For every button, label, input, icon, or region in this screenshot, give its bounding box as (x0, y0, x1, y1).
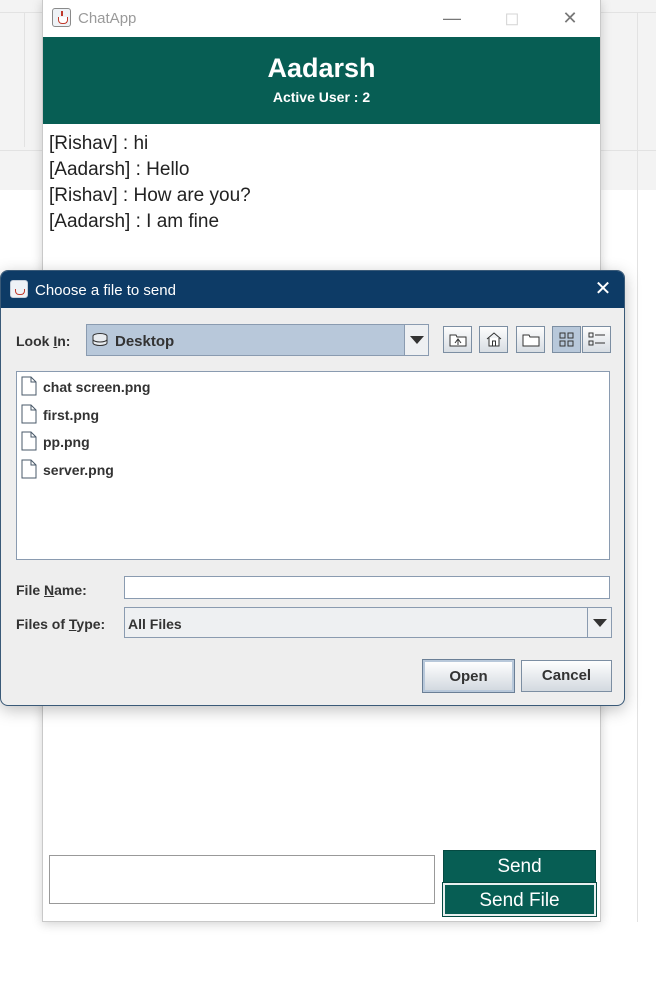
file-list[interactable]: chat screen.png first.png pp.png server.… (16, 371, 610, 560)
folder-up-icon (449, 334, 467, 347)
close-icon[interactable]: ✕ (547, 4, 593, 32)
close-icon[interactable]: ✕ (589, 277, 617, 301)
dialog-titlebar[interactable]: Choose a file to send ✕ (1, 271, 624, 308)
file-icon (21, 431, 37, 451)
background-divider (637, 12, 638, 922)
file-name-input[interactable] (124, 576, 610, 599)
file-name-label: File Name: (16, 582, 87, 598)
active-user-count: Active User : 2 (272, 89, 371, 105)
files-of-type-label: Files of Type: (16, 616, 106, 632)
chat-titlebar[interactable]: ChatApp — ◻ ✕ (43, 0, 600, 37)
up-one-level-button[interactable] (443, 326, 472, 353)
message-list: [Rishav] : hi [Aadarsh] : Hello [Rishav]… (49, 131, 251, 235)
file-icon (21, 459, 37, 479)
details-view-button[interactable] (582, 326, 611, 353)
files-of-type-value: All Files (128, 616, 182, 632)
send-button[interactable]: Send (443, 850, 596, 883)
chevron-down-icon[interactable] (587, 608, 611, 637)
minimize-icon[interactable]: — (429, 4, 475, 32)
files-of-type-combo[interactable]: All Files (124, 607, 612, 638)
new-folder-button[interactable] (516, 326, 545, 353)
drive-icon (92, 333, 108, 346)
cancel-button[interactable]: Cancel (521, 660, 612, 692)
look-in-combo[interactable]: Desktop (86, 324, 429, 356)
file-chooser-dialog: Choose a file to send ✕ Look In: Desktop (0, 270, 625, 706)
java-app-icon (10, 280, 28, 298)
file-icon (21, 376, 37, 396)
look-in-label: Look In: (16, 333, 71, 349)
message: [Rishav] : hi (49, 133, 149, 154)
home-icon (486, 332, 502, 347)
chat-user-name: Aadarsh (267, 53, 376, 83)
new-folder-icon (522, 334, 540, 347)
look-in-value: Desktop (115, 333, 175, 350)
send-file-button[interactable]: Send File (442, 882, 597, 917)
file-name: first.png (43, 407, 99, 423)
file-name: server.png (43, 462, 114, 478)
file-name: pp.png (43, 434, 90, 450)
chat-window-title: ChatApp (78, 10, 137, 27)
file-name: chat screen.png (43, 379, 151, 395)
message-input[interactable] (49, 855, 435, 904)
home-button[interactable] (479, 326, 508, 353)
message: [Rishav] : How are you? (49, 185, 251, 206)
dialog-title: Choose a file to send (35, 282, 176, 299)
chat-header: Aadarsh Active User : 2 (43, 37, 600, 124)
list-view-button[interactable] (552, 326, 581, 353)
details-view-icon (588, 332, 605, 346)
file-icon (21, 404, 37, 424)
message: [Aadarsh] : Hello (49, 159, 190, 180)
list-view-icon (559, 332, 574, 347)
background-divider (24, 12, 25, 147)
maximize-icon[interactable]: ◻ (489, 4, 535, 32)
message: [Aadarsh] : I am fine (49, 211, 220, 232)
open-button[interactable]: Open (422, 659, 515, 693)
chevron-down-icon[interactable] (404, 325, 428, 355)
java-app-icon (52, 8, 71, 27)
